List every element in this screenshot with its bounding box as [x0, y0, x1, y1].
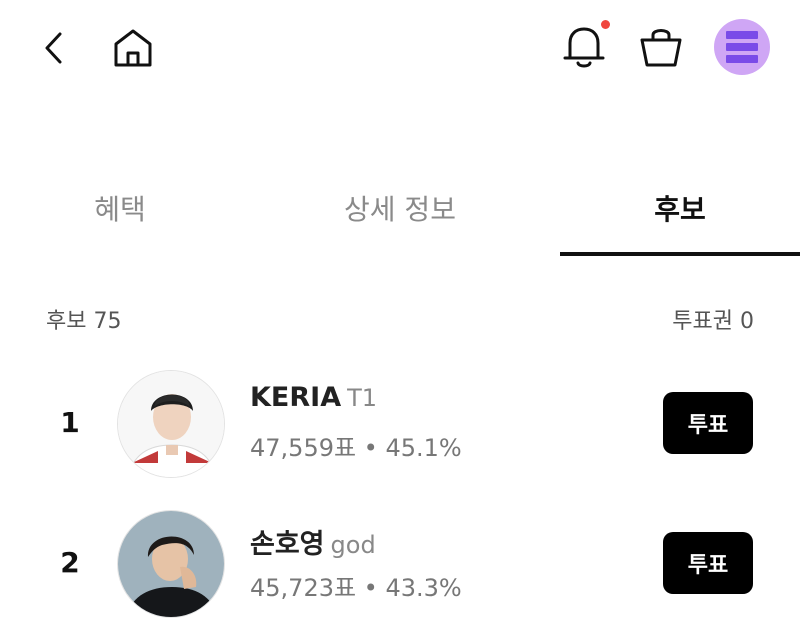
- back-button[interactable]: [32, 26, 76, 70]
- candidate-avatar: [117, 510, 225, 618]
- home-button[interactable]: [108, 24, 158, 72]
- candidate-rank: 1: [60, 406, 80, 439]
- shopping-bag-icon: [640, 29, 682, 67]
- candidate-votes: 45,723표 • 43.3%: [250, 574, 462, 602]
- candidate-name-line: KERIA T1: [250, 382, 377, 413]
- candidate-team: god: [330, 531, 376, 559]
- notification-badge: [601, 20, 610, 29]
- candidate-name: 손호영: [250, 529, 325, 560]
- candidate-row: 1 KERIA T1 47,559표 • 45.1% 투표: [0, 368, 800, 480]
- home-icon: [114, 29, 152, 67]
- bell-icon: [563, 27, 605, 68]
- vote-button[interactable]: 투표: [663, 532, 753, 594]
- cart-button[interactable]: [634, 22, 688, 72]
- candidate-votes: 47,559표 • 45.1%: [250, 434, 462, 462]
- active-tab-indicator: [560, 252, 800, 256]
- notifications-button[interactable]: [556, 20, 612, 72]
- candidate-count: 후보 75: [46, 309, 122, 334]
- candidate-avatar: [117, 370, 225, 478]
- back-arrow-icon: [45, 32, 62, 64]
- top-bar: [0, 0, 800, 100]
- vote-button[interactable]: 투표: [663, 392, 753, 454]
- candidate-rank: 2: [60, 546, 80, 579]
- tab-benefits[interactable]: 혜택: [40, 172, 200, 256]
- menu-icon: [726, 31, 758, 63]
- tab-bar: 혜택 상세 정보 후보: [0, 172, 800, 256]
- candidate-row: 2 손호영 god 45,723표 • 43.3% 투표: [0, 508, 800, 620]
- candidate-name: KERIA: [250, 382, 342, 413]
- menu-button[interactable]: [714, 19, 770, 75]
- candidate-name-line: 손호영 god: [250, 522, 376, 561]
- candidate-team: T1: [347, 384, 378, 412]
- tab-candidates[interactable]: 후보: [560, 172, 800, 256]
- tab-details[interactable]: 상세 정보: [300, 172, 500, 256]
- vote-ticket-count: 투표권 0: [672, 309, 754, 334]
